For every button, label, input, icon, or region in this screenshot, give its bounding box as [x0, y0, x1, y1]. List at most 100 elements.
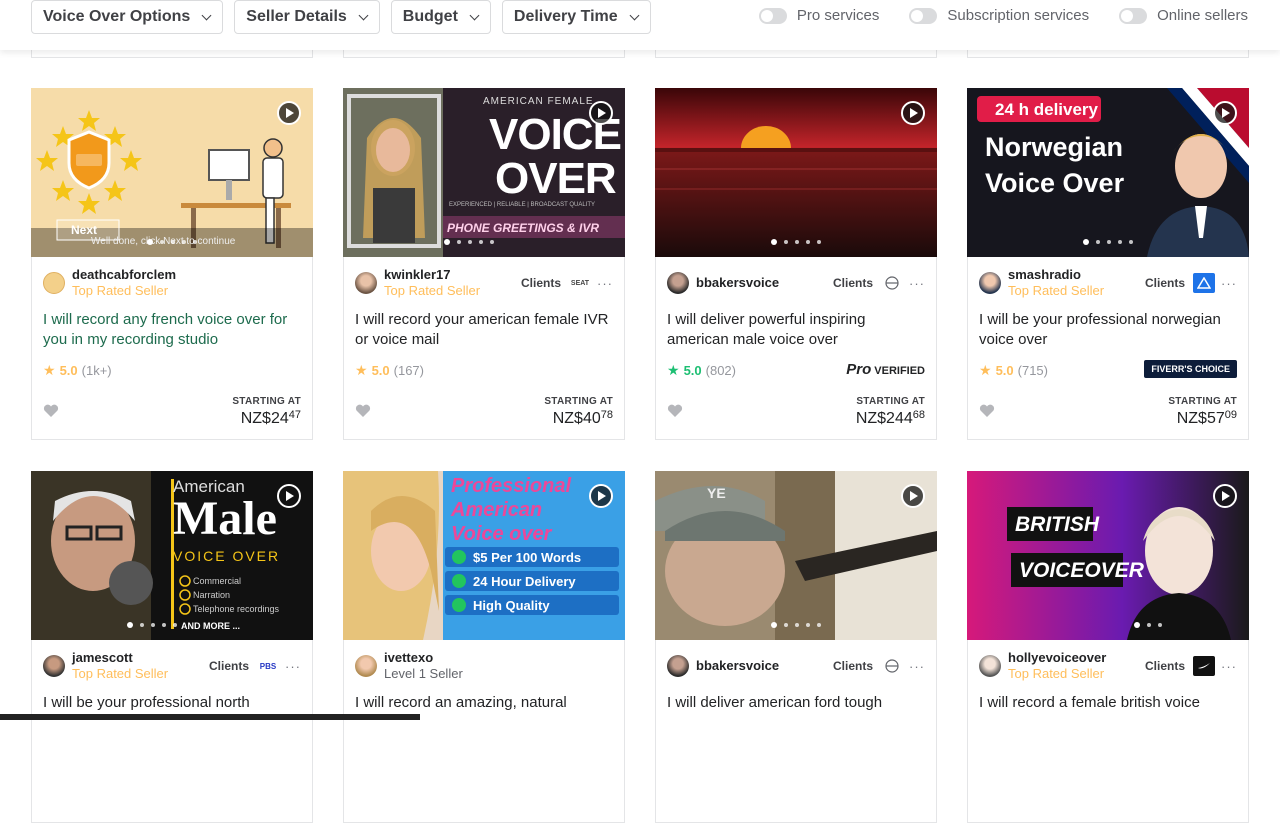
avatar[interactable]: [979, 655, 1001, 677]
gig-card[interactable]: Professional American Voice over $5 Per …: [343, 471, 625, 823]
carousel-dots[interactable]: [1047, 622, 1249, 628]
toggle-switch[interactable]: [909, 7, 938, 24]
budget-filter[interactable]: Budget: [390, 0, 491, 34]
carousel-dot[interactable]: [173, 623, 177, 627]
play-icon[interactable]: [589, 101, 613, 125]
clients-label[interactable]: Clients: [833, 659, 873, 673]
gig-thumbnail[interactable]: American Male VOICE OVER Commercial Narr…: [31, 471, 313, 640]
gig-title[interactable]: I will deliver powerful inspiring americ…: [667, 310, 922, 350]
seller-name[interactable]: jamescott: [72, 650, 209, 666]
carousel-dot[interactable]: [1158, 623, 1162, 627]
play-icon[interactable]: [589, 484, 613, 508]
clients-label[interactable]: Clients: [521, 276, 561, 290]
carousel-dot[interactable]: [468, 240, 472, 244]
gig-title[interactable]: I will deliver american ford tough: [667, 693, 922, 713]
carousel-dot[interactable]: [127, 622, 133, 628]
avatar[interactable]: [355, 655, 377, 677]
more-dots-icon[interactable]: ···: [597, 276, 613, 291]
price[interactable]: STARTING AT NZ$4078: [544, 396, 613, 428]
seller-name[interactable]: kwinkler17: [384, 267, 521, 283]
gig-title[interactable]: I will be your professional north: [43, 693, 298, 713]
carousel-dot[interactable]: [806, 240, 810, 244]
toggle-switch[interactable]: [1119, 7, 1148, 24]
gig-card[interactable]: 24 h delivery Norwegian Voice Over smash…: [967, 88, 1249, 440]
subscription-services-toggle[interactable]: Subscription services: [909, 7, 1089, 24]
more-dots-icon[interactable]: ···: [285, 659, 301, 674]
carousel-dots[interactable]: [967, 239, 1249, 245]
carousel-dot[interactable]: [1107, 240, 1111, 244]
carousel-dot[interactable]: [1118, 240, 1122, 244]
carousel-dot[interactable]: [1147, 623, 1151, 627]
carousel-dot[interactable]: [193, 240, 197, 244]
heart-icon[interactable]: [667, 404, 683, 418]
carousel-dot[interactable]: [795, 240, 799, 244]
price[interactable]: STARTING AT NZ$2447: [232, 396, 301, 428]
toggle-switch[interactable]: [758, 7, 787, 24]
carousel-dot[interactable]: [444, 239, 450, 245]
gig-thumbnail[interactable]: YE: [655, 471, 937, 640]
clients-label[interactable]: Clients: [1145, 659, 1185, 673]
gig-card[interactable]: BRITISH VOICEOVER hollyevoiceover Top Ra…: [967, 471, 1249, 823]
carousel-dots[interactable]: [655, 622, 937, 628]
gig-thumbnail[interactable]: AMERICAN FEMALE VOICE OVER EXPERIENCED |…: [343, 88, 625, 257]
more-dots-icon[interactable]: ···: [909, 276, 925, 291]
seller-details-filter[interactable]: Seller Details: [234, 0, 380, 34]
carousel-dots[interactable]: [655, 239, 937, 245]
seller-name[interactable]: ivettexo: [384, 650, 613, 666]
carousel-dots[interactable]: [31, 239, 313, 245]
avatar[interactable]: [667, 655, 689, 677]
carousel-dot[interactable]: [771, 239, 777, 245]
avatar[interactable]: [43, 655, 65, 677]
carousel-dot[interactable]: [160, 240, 164, 244]
carousel-dot[interactable]: [817, 623, 821, 627]
more-dots-icon[interactable]: ···: [909, 659, 925, 674]
clients-label[interactable]: Clients: [1145, 276, 1185, 290]
carousel-dot[interactable]: [162, 623, 166, 627]
gig-title[interactable]: I will record any french voice over for …: [43, 310, 298, 350]
avatar[interactable]: [667, 272, 689, 294]
seller-name[interactable]: bbakersvoice: [696, 658, 833, 674]
play-icon[interactable]: [1213, 101, 1237, 125]
gig-thumbnail[interactable]: 24 h delivery Norwegian Voice Over: [967, 88, 1249, 257]
avatar[interactable]: [43, 272, 65, 294]
gig-thumbnail[interactable]: BRITISH VOICEOVER: [967, 471, 1249, 640]
price[interactable]: STARTING AT NZ$24468: [856, 396, 925, 428]
pro-services-toggle[interactable]: Pro services: [758, 7, 879, 24]
avatar[interactable]: [979, 272, 1001, 294]
carousel-dot[interactable]: [457, 240, 461, 244]
seller-name[interactable]: hollyevoiceover: [1008, 650, 1145, 666]
gig-title[interactable]: I will record an amazing, natural: [355, 693, 610, 713]
play-icon[interactable]: [277, 484, 301, 508]
avatar[interactable]: [355, 272, 377, 294]
play-icon[interactable]: [901, 484, 925, 508]
carousel-dot[interactable]: [1134, 622, 1140, 628]
gig-thumbnail[interactable]: Professional American Voice over $5 Per …: [343, 471, 625, 640]
gig-title[interactable]: I will record a female british voice: [979, 693, 1234, 713]
carousel-dot[interactable]: [147, 239, 153, 245]
carousel-dot[interactable]: [795, 623, 799, 627]
carousel-dot[interactable]: [1129, 240, 1133, 244]
carousel-dot[interactable]: [1083, 239, 1089, 245]
gig-card[interactable]: American Male VOICE OVER Commercial Narr…: [31, 471, 313, 823]
carousel-dots[interactable]: [343, 239, 625, 245]
gig-thumbnail[interactable]: Next Well done, click Next to continue: [31, 88, 313, 257]
gig-card[interactable]: AMERICAN FEMALE VOICE OVER EXPERIENCED |…: [343, 88, 625, 440]
online-sellers-toggle[interactable]: Online sellers: [1119, 7, 1248, 24]
carousel-dot[interactable]: [817, 240, 821, 244]
voice-over-options-filter[interactable]: Voice Over Options: [31, 0, 224, 34]
carousel-dot[interactable]: [1096, 240, 1100, 244]
carousel-dot[interactable]: [182, 240, 186, 244]
play-icon[interactable]: [277, 101, 301, 125]
heart-icon[interactable]: [43, 404, 59, 418]
carousel-dot[interactable]: [140, 623, 144, 627]
play-icon[interactable]: [1213, 484, 1237, 508]
gig-card[interactable]: YE bbakersvoice Clients ··· I will deliv…: [655, 471, 937, 823]
seller-name[interactable]: smashradio: [1008, 267, 1145, 283]
delivery-time-filter[interactable]: Delivery Time: [501, 0, 651, 34]
carousel-dots[interactable]: [31, 622, 313, 628]
heart-icon[interactable]: [355, 404, 371, 418]
seller-name[interactable]: deathcabforclem: [72, 267, 301, 283]
seller-name[interactable]: bbakersvoice: [696, 275, 833, 291]
carousel-dot[interactable]: [490, 240, 494, 244]
carousel-dot[interactable]: [784, 240, 788, 244]
